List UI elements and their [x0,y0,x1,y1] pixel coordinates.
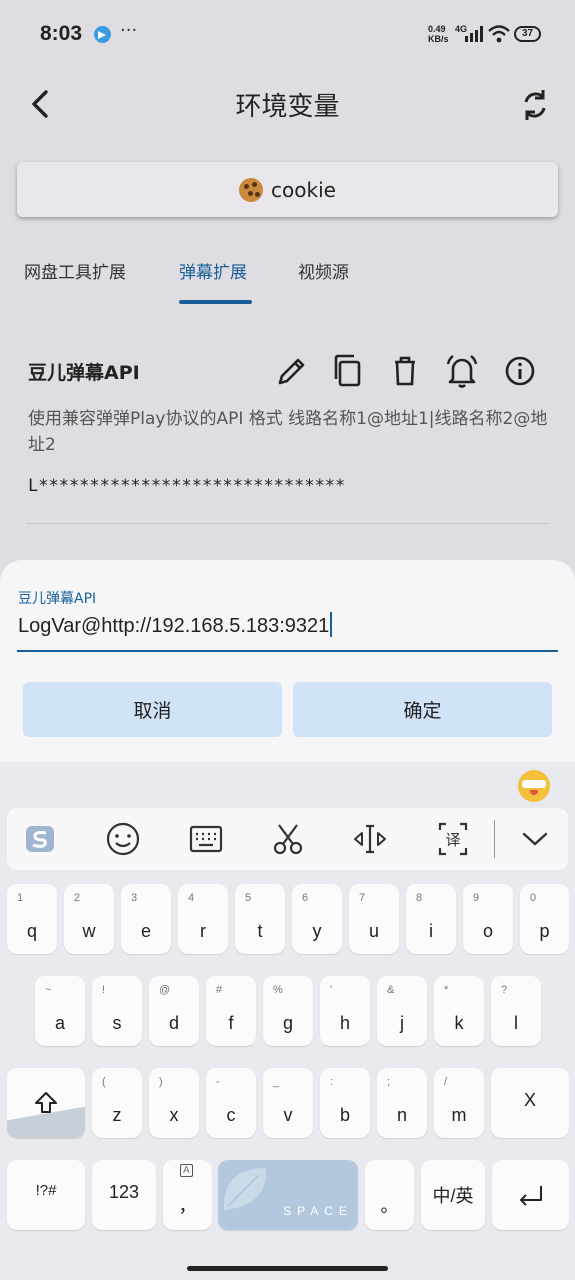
enter-arrow-icon [520,1186,542,1206]
numbers-key[interactable]: 123 [92,1160,156,1230]
tab-netdisk-tools[interactable]: 网盘工具扩展 [24,258,126,283]
key-o[interactable]: 9o [463,884,513,954]
shift-key[interactable] [7,1068,85,1138]
notification-bell-icon[interactable] [444,352,480,390]
leaf-decoration-icon [223,1168,267,1210]
net-speed: 0.49 KB/s [428,24,449,44]
tab-danmaku[interactable]: 弹幕扩展 [179,258,247,283]
emoji-icon[interactable] [104,820,142,858]
key-m[interactable]: / m [434,1068,484,1138]
sogou-logo-icon[interactable] [21,820,59,858]
delete-icon[interactable] [387,352,423,390]
cookie-button-label: cookie [271,177,336,202]
divider [26,523,549,524]
key-e[interactable]: 3e [121,884,171,954]
home-indicator[interactable] [187,1266,388,1271]
status-time: 8:03 [40,22,83,45]
copy-icon[interactable] [330,352,366,390]
key-s[interactable]: ! s [92,976,142,1046]
symbols-key[interactable]: !?# [7,1160,85,1230]
scissors-icon[interactable] [269,820,307,858]
toolbar-separator [494,820,495,858]
cookie-button[interactable]: cookie [17,162,558,217]
key-i[interactable]: 8i [406,884,456,954]
key-h[interactable]: ' h [320,976,370,1046]
env-item-value: L****************************** [28,476,346,496]
key-a[interactable]: ~ a [35,976,85,1046]
key-b[interactable]: :b [320,1068,370,1138]
keyboard-layout-icon[interactable] [187,820,225,858]
info-icon[interactable] [502,352,538,390]
period-key[interactable]: 。 [365,1160,414,1230]
key-u[interactable]: 7u [349,884,399,954]
field-input[interactable]: LogVar@http://192.168.5.183:9321 [18,612,333,638]
wifi-icon [488,25,510,43]
key-r[interactable]: 4r [178,884,228,954]
comma-key[interactable]: A ， [163,1160,212,1230]
key-f[interactable]: # f [206,976,256,1046]
language-switch-key[interactable]: 中/英 [421,1160,485,1230]
more-notifications-icon: ··· [120,20,138,41]
key-w[interactable]: 2w [64,884,114,954]
shift-arrow-icon [35,1092,57,1113]
key-j[interactable]: & j [377,976,427,1046]
cookie-icon [239,177,264,202]
edit-icon[interactable] [273,352,309,390]
key-c[interactable]: -c [206,1068,256,1138]
key-v[interactable]: _ v [263,1068,313,1138]
cancel-button[interactable]: 取消 [23,682,282,737]
tab-video-source[interactable]: 视频源 [298,258,349,283]
battery-indicator: 37 [514,26,541,42]
caps-a-icon: A [180,1164,193,1177]
key-l[interactable]: ? l [491,976,541,1046]
key-y[interactable]: 6y [292,884,342,954]
telegram-icon [94,26,111,43]
translate-icon[interactable]: 译 [434,820,472,858]
key-t[interactable]: 5t [235,884,285,954]
collapse-keyboard-chevron-icon[interactable] [516,820,554,858]
space-key[interactable]: SPACE [218,1160,358,1230]
key-g[interactable]: % g [263,976,313,1046]
key-z[interactable]: (z [92,1068,142,1138]
env-item-description: 使用兼容弹弹Play协议的API 格式 线路名称1@地址1|线路名称2@地址2 [28,409,548,455]
page-title: 环境变量 [235,92,340,122]
keyboard-mascot-icon[interactable] [518,770,550,802]
enter-key[interactable] [492,1160,569,1230]
field-underline [17,650,558,652]
cursor-move-icon[interactable] [351,820,389,858]
key-x[interactable]: ) x [149,1068,199,1138]
sync-icon[interactable] [516,86,554,124]
key-q[interactable]: 1q [7,884,57,954]
svg-text:译: 译 [445,831,460,849]
key-p[interactable]: 0p [520,884,569,954]
tab-indicator [179,300,252,304]
delete-key[interactable]: X [491,1068,569,1138]
field-label: 豆儿弹幕API [18,591,97,607]
key-n[interactable]: ; n [377,1068,427,1138]
env-item-title: 豆儿弹幕API [28,362,140,384]
confirm-button[interactable]: 确定 [293,682,552,737]
key-k[interactable]: * k [434,976,484,1046]
key-d[interactable]: @ d [149,976,199,1046]
text-cursor [330,612,333,637]
signal-icon [465,26,483,42]
